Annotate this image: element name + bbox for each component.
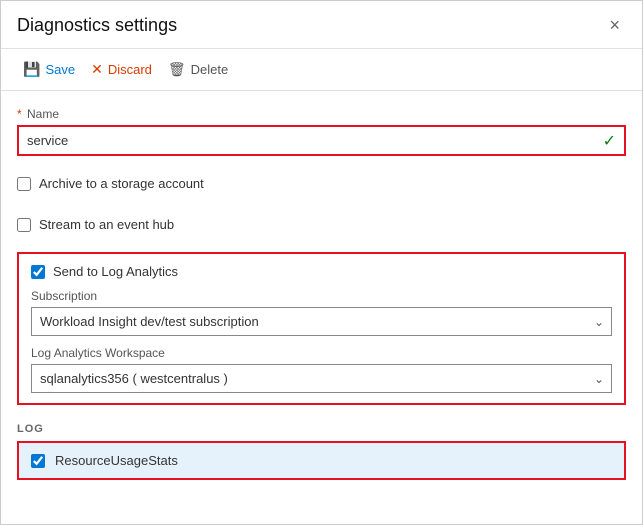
send-to-log-label: Send to Log Analytics (53, 264, 178, 279)
delete-icon: 🗑 (168, 61, 186, 78)
name-label: * Name (17, 107, 626, 121)
archive-checkbox-row: Archive to a storage account (17, 170, 626, 197)
resource-usage-stats-label: ResourceUsageStats (55, 453, 178, 468)
discard-label: Discard (108, 62, 152, 77)
discard-icon: ✕ (91, 61, 103, 78)
log-analytics-select[interactable]: sqlanalytics356 ( westcentralus ) (31, 364, 612, 393)
log-section-label: LOG (17, 423, 626, 435)
name-input-box: ✓ (17, 125, 626, 156)
send-to-log-section: Send to Log Analytics Subscription Workl… (17, 252, 626, 405)
save-icon: 💾 (23, 61, 40, 78)
subscription-select-wrapper: Workload Insight dev/test subscription ⌄ (31, 307, 612, 336)
delete-button[interactable]: 🗑 Delete (162, 57, 234, 82)
required-star: * (17, 107, 22, 121)
archive-checkbox[interactable] (17, 177, 31, 191)
log-analytics-label: Log Analytics Workspace (31, 346, 612, 360)
log-item: ResourceUsageStats (17, 441, 626, 480)
delete-label: Delete (191, 62, 229, 77)
subscription-field: Subscription Workload Insight dev/test s… (31, 289, 612, 336)
discard-button[interactable]: ✕ Discard (85, 57, 158, 82)
valid-checkmark: ✓ (595, 131, 624, 151)
archive-label: Archive to a storage account (39, 176, 204, 191)
name-field-group: * Name ✓ (17, 107, 626, 156)
save-label: Save (45, 62, 75, 77)
log-analytics-field: Log Analytics Workspace sqlanalytics356 … (31, 346, 612, 393)
stream-checkbox-row: Stream to an event hub (17, 211, 626, 238)
stream-checkbox[interactable] (17, 218, 31, 232)
subscription-label: Subscription (31, 289, 612, 303)
dialog-header: Diagnostics settings × (1, 1, 642, 49)
content-area: * Name ✓ Archive to a storage account St… (1, 91, 642, 524)
name-label-text: Name (27, 107, 59, 121)
close-button[interactable]: × (603, 13, 626, 38)
name-input[interactable] (19, 127, 595, 154)
toolbar: 💾 Save ✕ Discard 🗑 Delete (1, 49, 642, 91)
diagnostics-settings-dialog: Diagnostics settings × 💾 Save ✕ Discard … (0, 0, 643, 525)
dialog-title: Diagnostics settings (17, 15, 177, 36)
send-to-log-checkbox[interactable] (31, 265, 45, 279)
stream-label: Stream to an event hub (39, 217, 174, 232)
log-section: LOG ResourceUsageStats (17, 423, 626, 480)
subscription-select[interactable]: Workload Insight dev/test subscription (31, 307, 612, 336)
save-button[interactable]: 💾 Save (17, 57, 81, 82)
log-analytics-select-wrapper: sqlanalytics356 ( westcentralus ) ⌄ (31, 364, 612, 393)
send-to-log-header: Send to Log Analytics (31, 264, 612, 279)
resource-usage-stats-checkbox[interactable] (31, 454, 45, 468)
